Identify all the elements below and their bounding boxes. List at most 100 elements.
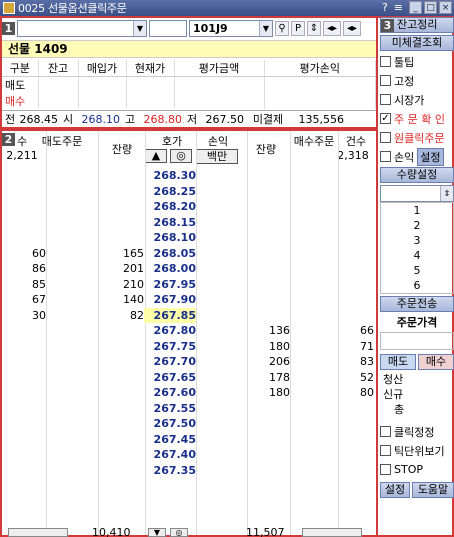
balance-clear-button[interactable]: 3 잔고정리 (380, 17, 454, 33)
orderbook-body: 268.30 268.25 268.20 268.15 268.10 60 165 268.0… (2, 168, 376, 478)
p-button[interactable]: P (291, 20, 305, 36)
low-price: 267.50 (205, 112, 245, 126)
prev-next-icon-2[interactable]: ◂▸ (343, 20, 361, 36)
qty-item[interactable]: 5 (381, 263, 453, 278)
qty-item[interactable]: 2 (381, 218, 453, 233)
orderbook-row[interactable]: 268.15 (2, 215, 376, 231)
qty-input[interactable]: ⇕ (380, 185, 454, 202)
col-header: 평가금액 (174, 60, 265, 77)
buy-qty: 178 (269, 370, 290, 384)
account-combo[interactable]: ▼ (17, 19, 147, 37)
check-tick-view[interactable]: 틱단위보기 (380, 442, 454, 459)
buy-qty: 136 (269, 324, 290, 337)
close-button[interactable]: × (439, 1, 452, 14)
orderbook-row[interactable]: 267.60 180 80 (2, 385, 376, 401)
center-bottom-icon[interactable]: ◎ (170, 528, 188, 537)
scroll-up-icon[interactable]: ▲ (145, 149, 167, 163)
restore-button[interactable]: □ (424, 1, 437, 14)
qty-item[interactable]: 6 (381, 278, 453, 293)
unfilled-query-button[interactable]: 미체결조회 (380, 35, 454, 51)
buy-total-qty: 11,507 (246, 526, 285, 537)
buy-count: 52 (360, 370, 374, 384)
hoga-price: 267.75 (153, 339, 196, 353)
hoga-price: 267.35 (153, 463, 196, 477)
orderbook-row[interactable]: 60 165 268.05 (2, 246, 376, 262)
minimize-button[interactable]: _ (409, 1, 422, 14)
summary-close: 청산 (383, 373, 404, 386)
col-header: 매입가 (78, 60, 127, 77)
hoga-price: 267.55 (153, 401, 196, 415)
qty-item[interactable]: 1 (381, 203, 453, 218)
orderbook-row[interactable]: 267.40 (2, 447, 376, 463)
help-button[interactable]: 도움말 (412, 482, 454, 498)
spin-icon[interactable]: ⇕ (307, 20, 321, 36)
buy-count: 83 (360, 355, 374, 368)
help-mark-icon[interactable]: ? (382, 1, 388, 15)
cancel-all-buy-button[interactable] (302, 528, 362, 537)
orderbook-row[interactable]: 267.45 (2, 432, 376, 448)
buy-count: 71 (360, 339, 374, 353)
send-order-button[interactable]: 주문전송 (380, 296, 454, 312)
summary-new: 신규 (383, 388, 404, 401)
check-one-click[interactable]: 원클릭주문 (380, 129, 454, 146)
orderbook-row[interactable]: 268.20 (2, 199, 376, 215)
orderbook-row[interactable]: 267.50 (2, 416, 376, 432)
sell-count: 86 (32, 262, 46, 275)
qty-item[interactable]: 4 (381, 248, 453, 263)
orderbook-row[interactable]: 267.75 180 71 (2, 339, 376, 355)
high-price: 268.80 (143, 112, 183, 126)
sell-button[interactable]: 매도 (380, 354, 416, 370)
pnl-setting-button[interactable]: 설정 (417, 147, 444, 166)
center-icon[interactable]: ◎ (170, 149, 192, 163)
check-order-confirm[interactable]: ✓ 주 문 확 인 (380, 110, 454, 127)
chevron-down-icon[interactable]: ▼ (259, 20, 272, 36)
hoga-price: 267.65 (153, 370, 196, 384)
sell-count: 60 (32, 246, 46, 260)
account-row: 1 ▼ 101J9 ▼ ⚲ P ⇕ ◂▸ ◂▸ (2, 18, 361, 38)
spin-icon[interactable]: ⇕ (440, 186, 453, 201)
sell-total-count: 2,211 (6, 149, 38, 162)
orderbook-row[interactable]: 86 201 268.00 (2, 261, 376, 277)
code-combo[interactable]: 101J9 ▼ (189, 19, 273, 37)
hoga-price: 267.70 (153, 355, 196, 368)
orderbook-row[interactable]: 267.35 (2, 463, 376, 479)
settings-button[interactable]: 설정 (380, 482, 410, 498)
check-fixed[interactable]: 고정 (380, 72, 454, 89)
buy-qty: 180 (269, 386, 290, 399)
check-click-modify[interactable]: 클릭정정 (380, 423, 454, 440)
menu-icon[interactable]: ≡ (394, 1, 403, 15)
orderbook-row[interactable]: 268.10 (2, 230, 376, 246)
search-icon[interactable]: ⚲ (275, 20, 289, 36)
hoga-price: 268.20 (153, 200, 196, 213)
orderbook-row[interactable]: 267.70 206 83 (2, 354, 376, 370)
hoga-price: 268.15 (153, 215, 196, 229)
orderbook-row[interactable]: 268.30 (2, 168, 376, 184)
window-title: 0025 선물옵션클릭주문 (18, 2, 127, 15)
orderbook-row[interactable]: 67 140 267.90 (2, 292, 376, 308)
orderbook-row[interactable]: 268.25 (2, 184, 376, 200)
orderbook-row[interactable]: 267.65 178 52 (2, 370, 376, 386)
orderbook-row[interactable]: 267.80 136 66 (2, 323, 376, 339)
orderbook-row[interactable]: 30 82 267.85 (2, 307, 376, 324)
scroll-down-icon[interactable]: ▼ (148, 528, 166, 537)
check-stop[interactable]: STOP (380, 461, 454, 478)
qty-setting-button[interactable]: 수량설정 (380, 167, 454, 183)
hoga-price: 268.05 (153, 246, 196, 260)
chevron-down-icon[interactable]: ▼ (133, 20, 146, 36)
title-bar: 0025 선물옵션클릭주문 ? ≡ _ □ × (0, 0, 454, 16)
orderbook-row[interactable]: 85 210 267.95 (2, 277, 376, 293)
pnl-unit-button[interactable]: 백만 (196, 149, 238, 164)
check-tooltip[interactable]: 툴팁 (380, 53, 454, 70)
prev-next-icon[interactable]: ◂▸ (323, 20, 341, 36)
cancel-all-sell-button[interactable] (8, 528, 68, 537)
order-price-field[interactable] (380, 332, 454, 350)
qty-item[interactable]: 3 (381, 233, 453, 248)
check-pnl[interactable]: 손익 설정 (380, 147, 454, 166)
buy-button[interactable]: 매수 (418, 354, 454, 370)
hoga-price: 268.00 (153, 262, 196, 275)
orderbook-row[interactable]: 267.55 (2, 401, 376, 417)
check-market[interactable]: 시장가 (380, 91, 454, 108)
password-input[interactable] (149, 19, 187, 37)
sell-count: 30 (32, 308, 46, 322)
buy-qty: 180 (269, 339, 290, 353)
